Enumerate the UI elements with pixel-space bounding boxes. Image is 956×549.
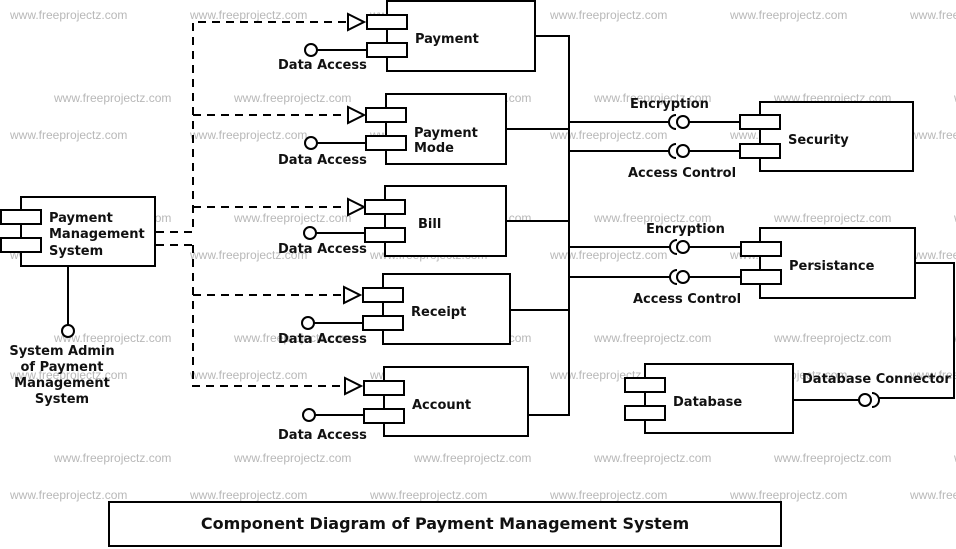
watermark-text: www.freeprojectz.com [549,248,667,262]
interface-label: Data Access [278,153,367,168]
realization-arrow [347,105,367,125]
component-label: Payment [415,32,479,47]
component-label: Security [788,133,849,148]
access-control-interface-icon [676,144,690,158]
data-access-interface-icon [303,226,317,240]
diagram-title-box: Component Diagram of Payment Management … [108,501,782,547]
watermark-text: www.freeprojectz.com [189,8,307,22]
socket-icon [668,143,677,159]
watermark-text: www.freeprojectz.com [909,128,956,142]
interface-label: System Admin [9,344,114,359]
interface-label: Data Access [278,332,367,347]
component-account[interactable]: Data Access Account [278,366,529,443]
watermark-text: www.freeprojectz.com [189,128,307,142]
component-security[interactable]: Encryption Access Control Security [628,97,914,181]
component-receipt[interactable]: Data Access Receipt [278,273,511,347]
component-payment[interactable]: Data Access Payment [278,0,536,73]
watermark-text: www.freeprojectz.com [909,8,956,22]
watermark-text: www.freeprojectz.com [909,248,956,262]
watermark-text: www.freeprojectz.com [53,451,171,465]
component-label: Bill [418,217,441,232]
diagram-title: Component Diagram of Payment Management … [201,514,689,533]
watermark-text: www.freeprojectz.com [909,488,956,502]
watermark-text: www.freeprojectz.com [729,488,847,502]
interface-label: Data Access [278,428,367,443]
component-label: Account [412,398,471,413]
watermark-text: www.freeprojectz.com [773,331,891,345]
watermark-text: www.freeprojectz.com [773,211,891,225]
watermark-text: www.freeprojectz.com [549,128,667,142]
interface-label: Data Access [278,242,367,257]
interface-label: Encryption [630,97,709,112]
component-label: Mode [414,141,454,156]
component-payment-mode[interactable]: Data Access Payment Mode [278,93,507,168]
interface-label: of Payment [21,360,104,375]
watermark-text: www.freeprojectz.com [593,331,711,345]
realization-arrow [347,197,367,217]
watermark-text: www.freeprojectz.com [729,8,847,22]
component-label: Payment [414,126,478,141]
data-access-interface-icon [304,136,318,150]
watermark-text: www.freeprojectz.com [53,91,171,105]
component-label: System [49,244,103,259]
watermark-text: www.freeprojectz.com [9,128,127,142]
access-control-interface-icon [676,270,690,284]
socket-icon [669,239,678,255]
component-label: Persistance [789,259,875,274]
interface-label: Access Control [633,292,741,307]
component-label: Receipt [411,305,466,320]
socket-icon [871,392,880,408]
data-access-interface-icon [301,316,315,330]
interface-label: System [35,392,89,407]
watermark-text: www.freeprojectz.com [233,91,351,105]
watermark-text: www.freeprojectz.com [9,8,127,22]
component-payment-management-system[interactable]: Payment Management System System Admin o… [0,196,156,407]
interface-label: Data Access [278,58,367,73]
watermark-text: www.freeprojectz.com [593,451,711,465]
data-access-interface-icon [302,408,316,422]
watermark-text: www.freeprojectz.com [233,451,351,465]
encryption-interface-icon [676,115,690,129]
watermark-text: www.freeprojectz.com [189,488,307,502]
watermark-text: www.freeprojectz.com [773,451,891,465]
watermark-text: www.freeprojectz.com [233,211,351,225]
interface-label: Management [14,376,110,391]
socket-icon [668,114,677,130]
component-label: Management [49,227,145,242]
watermark-text: www.freeprojectz.com [413,451,531,465]
realization-arrow [343,285,363,305]
socket-icon [669,269,678,285]
interface-label: Access Control [628,166,736,181]
interface-label: Encryption [646,222,725,237]
realization-arrow [347,12,367,32]
watermark-text: www.freeprojectz.com [369,488,487,502]
system-admin-interface-icon [61,324,75,338]
encryption-interface-icon [676,240,690,254]
data-access-interface-icon [304,43,318,57]
component-label: Database [673,395,742,410]
watermark-text: www.freeprojectz.com [549,488,667,502]
database-connector-interface-icon [858,393,872,407]
interface-label: Database Connector [802,372,951,387]
watermark-text: www.freeprojectz.com [9,488,127,502]
realization-arrow [344,376,364,396]
watermark-text: www.freeprojectz.com [189,368,307,382]
component-diagram: www.freeprojectz.com www.freeprojectz.com… [0,0,956,547]
watermark-text: www.freeprojectz.com [549,8,667,22]
component-label: Payment [49,211,113,226]
